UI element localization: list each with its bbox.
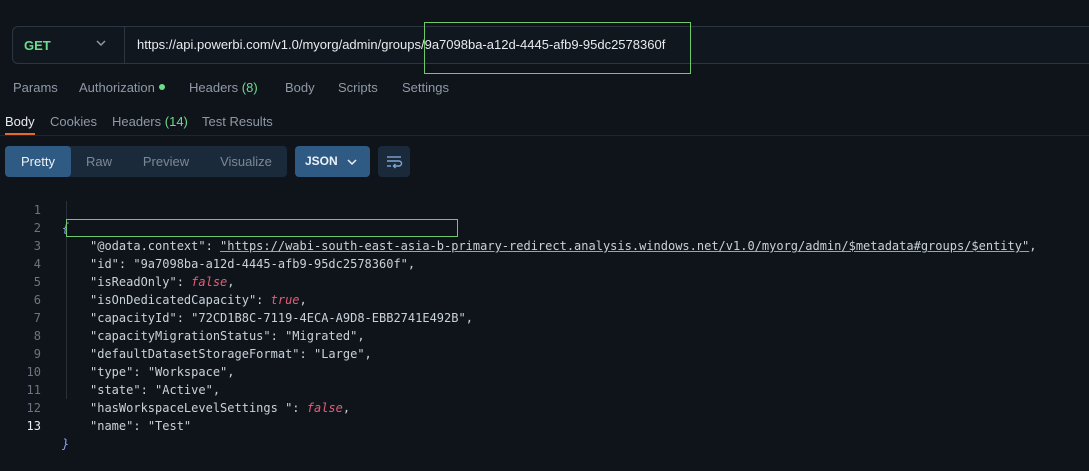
response-tab-test-results[interactable]: Test Results xyxy=(202,114,273,129)
tab-authorization[interactable]: Authorization xyxy=(79,80,165,95)
tab-headers[interactable]: Headers (8) xyxy=(189,80,258,95)
view-pretty-button[interactable]: Pretty xyxy=(5,146,71,177)
view-raw-button[interactable]: Raw xyxy=(73,146,125,177)
tab-count: (14) xyxy=(164,114,188,129)
method-label: GET xyxy=(24,38,51,53)
tab-divider xyxy=(0,135,1089,136)
wrap-lines-button[interactable] xyxy=(378,146,410,177)
code-line: 12 "name": "Test" xyxy=(0,381,1089,433)
view-preview-button[interactable]: Preview xyxy=(131,146,201,177)
code-line: 4 "isReadOnly": false, xyxy=(0,237,1089,289)
tab-count: (8) xyxy=(241,80,258,95)
url-group-id: 9a7098ba-a12d-4445-afb9-95dc2578360f xyxy=(424,37,666,52)
tab-label: Scripts xyxy=(338,80,378,95)
chevron-down-icon xyxy=(347,159,357,166)
method-select[interactable]: GET xyxy=(13,27,125,63)
code-line: 3 "id": "9a7098ba-a12d-4445-afb9-95dc257… xyxy=(0,219,1089,271)
url-base: https://api.powerbi.com/v1.0/myorg/admin… xyxy=(137,37,425,52)
format-select[interactable]: JSON xyxy=(295,146,370,177)
code-line: 13 } xyxy=(0,399,1089,451)
format-label: JSON xyxy=(305,154,338,168)
code-line: 1 { xyxy=(0,183,1089,235)
tab-label: Settings xyxy=(402,80,449,95)
response-tab-headers[interactable]: Headers (14) xyxy=(112,114,188,129)
tab-label: Cookies xyxy=(50,114,97,129)
chevron-down-icon xyxy=(96,40,106,47)
view-visualize-button[interactable]: Visualize xyxy=(209,146,283,177)
code-line: 7 "capacityMigrationStatus": "Migrated", xyxy=(0,291,1089,343)
code-line: 8 "defaultDatasetStorageFormat": "Large"… xyxy=(0,309,1089,361)
code-line: 9 "type": "Workspace", xyxy=(0,327,1089,379)
response-body-viewer[interactable]: 1 { 2 "@odata.context": "https://wabi-so… xyxy=(0,183,1089,451)
tab-label: Params xyxy=(13,80,58,95)
tab-label: Headers xyxy=(112,114,162,129)
code-line: 6 "capacityId": "72CD1B8C-7119-4ECA-A9D8… xyxy=(0,273,1089,325)
json-value: "Test" xyxy=(147,419,192,433)
code-line: 10 "state": "Active", xyxy=(0,345,1089,397)
code-line: 11 "hasWorkspaceLevelSettings ": false, xyxy=(0,363,1089,415)
tab-label: Headers xyxy=(189,80,239,95)
view-mode-selector: Pretty Raw Preview Visualize xyxy=(5,146,287,177)
status-dot-icon xyxy=(158,84,165,90)
tab-label: Authorization xyxy=(79,80,155,95)
tab-settings[interactable]: Settings xyxy=(402,80,449,95)
tab-label: Test Results xyxy=(202,114,273,129)
tab-body[interactable]: Body xyxy=(285,80,315,95)
response-tab-cookies[interactable]: Cookies xyxy=(50,114,97,129)
tab-label: Body xyxy=(5,114,35,129)
json-key: "name" xyxy=(90,419,134,433)
tab-label: Body xyxy=(285,80,315,95)
code-line: 2 "@odata.context": "https://wabi-south-… xyxy=(0,201,1089,253)
wrap-lines-icon xyxy=(387,156,403,169)
tab-scripts[interactable]: Scripts xyxy=(338,80,378,95)
url-input[interactable]: https://api.powerbi.com/v1.0/myorg/admin… xyxy=(137,37,665,52)
close-brace: } xyxy=(62,437,70,451)
code-line: 5 "isOnDedicatedCapacity": true, xyxy=(0,255,1089,307)
response-tab-body[interactable]: Body xyxy=(5,114,35,129)
request-url-bar: GET https://api.powerbi.com/v1.0/myorg/a… xyxy=(12,26,1089,64)
tab-params[interactable]: Params xyxy=(13,80,58,95)
line-number: 13 xyxy=(26,419,41,433)
